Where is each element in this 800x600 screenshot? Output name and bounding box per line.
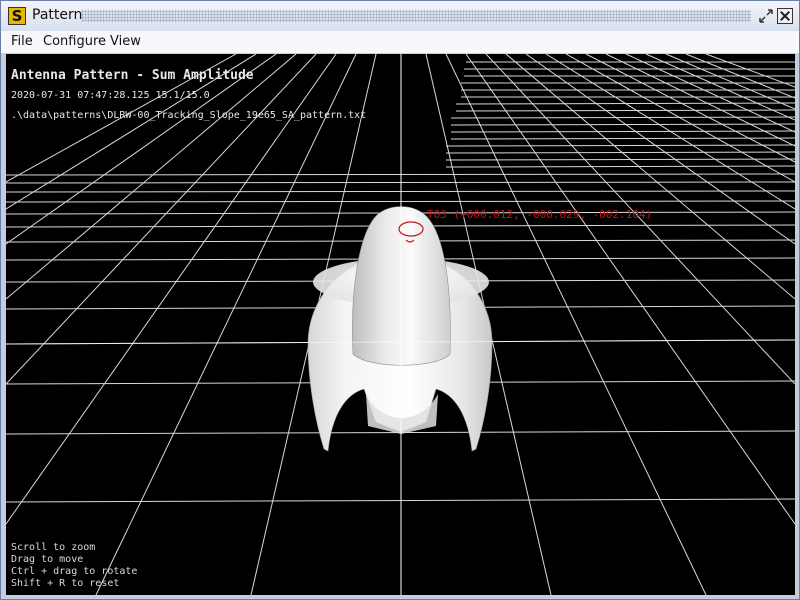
3d-viewport[interactable]: Antenna Pattern - Sum Amplitude 2020-07-… (6, 54, 795, 595)
grid-line (450, 123, 795, 126)
pattern-scene (6, 54, 795, 595)
close-window-button[interactable] (777, 8, 793, 24)
help-text: Scroll to zoom Drag to move Ctrl + drag … (11, 542, 137, 590)
timestamp-line: 2020-07-31 07:47:28.125 15.1/15.0 (11, 90, 210, 101)
grid-line (605, 54, 795, 147)
grid-line (450, 137, 795, 140)
app-logo-icon: S (8, 7, 26, 25)
antenna-pattern-surface (307, 206, 493, 452)
pattern-title: Antenna Pattern - Sum Amplitude (11, 68, 254, 83)
help-line: Scroll to zoom (11, 542, 96, 553)
window-title: Pattern (32, 7, 83, 23)
grid-line (445, 165, 795, 168)
help-line: Shift + R to reset (11, 578, 120, 589)
grid-line (6, 54, 337, 525)
grid-line (450, 130, 795, 133)
restore-window-button[interactable] (758, 8, 774, 24)
grid-line (705, 54, 795, 88)
help-line: Ctrl + drag to rotate (11, 566, 138, 577)
menu-file[interactable]: File (11, 34, 33, 49)
grid-line (455, 109, 795, 112)
menu-configure[interactable]: Configure (43, 34, 106, 49)
menu-view[interactable]: View (110, 34, 141, 49)
marker-label: T03 (+000.012, -000.029, -002.104) (427, 208, 653, 221)
grid-line (625, 54, 795, 133)
title-bar[interactable]: S Pattern (1, 1, 799, 32)
file-path: .\data\patterns\DLRW-00_Tracking_Slope_1… (11, 110, 367, 121)
grid-line (445, 158, 795, 161)
restore-arrows-icon (759, 9, 773, 23)
menu-bar: File Configure View (1, 31, 799, 54)
grid-line (6, 54, 317, 385)
grid-line (450, 116, 795, 119)
title-bar-grip (81, 10, 751, 22)
help-line: Drag to move (11, 554, 84, 565)
grid-line (445, 144, 795, 147)
app-window: S Pattern File Configure View Antenna Pa… (0, 0, 800, 600)
